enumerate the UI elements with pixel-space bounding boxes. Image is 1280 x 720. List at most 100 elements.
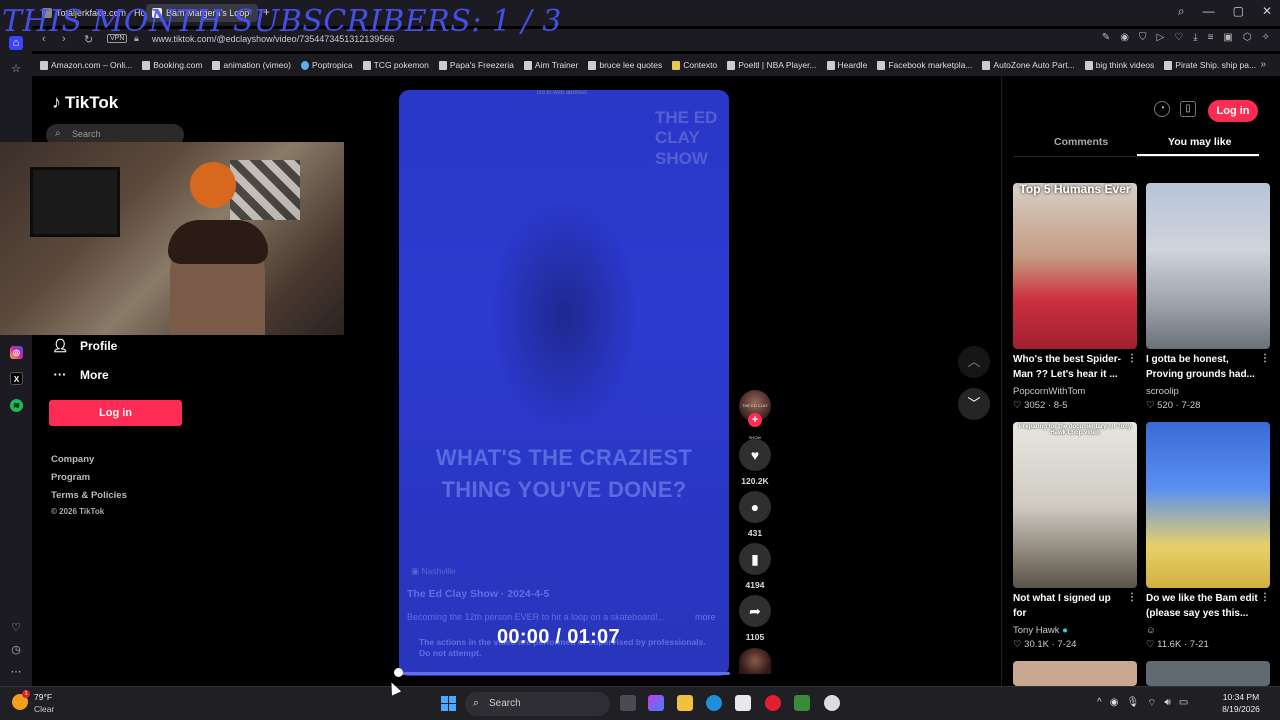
bookmark-item[interactable]: Heardle [826,60,867,70]
chevron-up-icon[interactable]: ^ [1097,697,1102,710]
card-author[interactable]: PopcornWithTom [1013,386,1085,397]
history-icon[interactable]: ◷ [9,643,23,657]
bookmark-item[interactable]: Facebook marketpla... [877,60,972,70]
video-thumbnail[interactable] [1013,661,1137,686]
footer-link-terms[interactable]: Terms & Policies [51,490,127,501]
location-tag[interactable]: ▣ Nashville [411,566,456,577]
instagram-icon[interactable]: ◎ [10,346,23,359]
opera-icon[interactable] [765,695,781,711]
header-login-button[interactable]: Log in [1208,100,1258,122]
download-icon[interactable]: ⤓ [1193,32,1197,43]
app-tray-icon[interactable]: ◉ [1110,697,1119,710]
heart-icon[interactable]: ♡ [1174,32,1183,43]
start-button[interactable] [441,696,456,711]
camera-icon[interactable]: ◉ [1120,32,1129,43]
sidebar-item-more[interactable]: ··· More [52,367,109,382]
heart-icon[interactable]: ♡ [9,621,23,635]
tiktok-logo[interactable]: ♪ TikTok [52,92,118,113]
bookmark-item[interactable]: Poptropica [300,60,353,70]
minecraft-icon[interactable] [794,695,810,711]
follow-button[interactable]: + [748,413,762,427]
comment-button[interactable]: ● [739,491,771,523]
play-icon[interactable]: ▷ [1156,32,1164,43]
card-title[interactable]: Do we like the Bam edit (please say yes … [1146,592,1258,621]
sound-avatar[interactable] [739,648,771,674]
microphone-icon[interactable]: 🎙︎ [1126,697,1139,710]
video-thumbnail[interactable]: Preparing for the documentary on Tony Ha… [1013,422,1137,588]
card-menu-icon[interactable]: ⋮ [1127,353,1137,364]
bookmark-item[interactable]: big think videos [1084,60,1154,70]
card-author[interactable]: scroolip [1146,386,1179,397]
task-view-icon[interactable] [620,695,636,711]
card-author[interactable]: Tony Hawk ● [1013,625,1068,636]
file-explorer-icon[interactable] [677,695,693,711]
sidebar-item-profile[interactable]: 👤︎ Profile [52,338,117,354]
video-thumbnail[interactable] [1146,422,1270,588]
obs-icon[interactable] [824,695,840,711]
network-icon[interactable]: ⌔ [1147,697,1156,710]
x-icon[interactable]: X [10,372,23,385]
bookmark-item[interactable]: bruce lee quotes [588,60,662,70]
video-thumbnail[interactable]: Top 5 Humans Ever [1013,183,1137,349]
store-icon[interactable] [735,695,751,711]
footer-link-company[interactable]: Company [51,454,94,465]
minimize-button[interactable]: — [1203,4,1215,19]
more-icon[interactable]: ⋯ [9,665,23,679]
compass-icon[interactable]: ◔ [1154,101,1170,117]
volume-icon[interactable]: 🔊︎ [1165,697,1171,710]
like-button[interactable]: ♥ [739,439,771,471]
cube-icon[interactable]: ⬡ [1243,32,1252,43]
next-video-button[interactable]: ﹀ [958,388,990,420]
bookmark-item[interactable]: Papa's Freezeria [438,60,514,70]
copilot-icon[interactable] [648,695,664,711]
shield-icon[interactable]: ⛉ [1139,32,1147,43]
card-menu-icon[interactable]: ⋮ [1127,592,1137,603]
share-button[interactable]: ➦ [739,595,771,627]
bookmark-item[interactable]: AutoZone Auto Part... [982,60,1075,70]
close-window-button[interactable]: ✕ [1262,4,1272,19]
battery-icon[interactable]: ▭ [1179,697,1188,710]
search-tabs-icon[interactable]: ⌕ [1178,4,1185,19]
bookmark-item[interactable]: Booking.com [142,60,202,70]
bookmark-item[interactable]: Contexto [672,60,717,70]
progress-handle[interactable] [394,668,403,677]
video-thumbnail[interactable] [1146,183,1270,349]
wallet-icon[interactable]: ▣ [1223,32,1232,43]
edit-icon[interactable]: ✎ [1102,32,1110,43]
video-player[interactable]: Go to web address THE ED CLAY SHOW WHAT'… [399,90,729,676]
ai-icon[interactable]: ✧ [1262,32,1270,43]
taskbar-search[interactable]: ⌕ Search [465,692,610,716]
maximize-button[interactable]: ▢ [1233,4,1244,19]
bookmark-item[interactable]: animation (vimeo) [212,60,291,70]
bookmark-item[interactable]: Poeltl | NBA Player... [727,60,817,70]
active-tab-indicator [1137,154,1259,156]
card-menu-icon[interactable]: ⋮ [1260,353,1270,364]
taskbar-clock[interactable]: 10:34 PM 8/19/2026 [1215,692,1267,716]
bookmark-item[interactable]: Amazon.com – Onli... [40,60,132,70]
video-progress-bar[interactable] [398,672,730,675]
bookmark-item[interactable]: Aim Trainer [523,60,578,70]
weather-temperature[interactable]: 79°F [34,692,52,702]
bookmarks-overflow-icon[interactable]: » [1260,59,1266,70]
card-title[interactable]: Not what I signed up for [1013,592,1125,621]
video-author-title[interactable]: The Ed Clay Show · 2024-4-5 [407,588,549,600]
save-button[interactable]: ▮ [739,543,771,575]
login-button[interactable]: Log in [49,400,182,426]
previous-video-button[interactable]: ︿ [958,346,990,378]
bookmark-item[interactable]: Pirate Ship. ship pa... [1164,60,1256,70]
star-icon[interactable]: ☆ [9,62,23,76]
card-title[interactable]: Who's the best Spider-Man ?? Let's hear … [1013,353,1125,382]
footer-link-program[interactable]: Program [51,472,90,483]
tab-you-may-like[interactable]: You may like [1168,136,1231,148]
bookmark-item[interactable]: TCG pokemon [362,60,429,70]
spotify-icon[interactable]: ≋ [10,399,23,412]
card-menu-icon[interactable]: ⋮ [1260,592,1270,603]
more-link[interactable]: more [695,612,716,622]
video-thumbnail[interactable] [1146,661,1270,686]
card-title[interactable]: I gotta be honest, Proving grounds had..… [1146,353,1258,382]
card-author-emoji[interactable]: ☺ [1146,625,1156,636]
phone-icon[interactable]: ▯ [1180,101,1196,117]
edge-icon[interactable] [706,695,722,711]
tab-comments[interactable]: Comments [1054,136,1108,148]
menu-icon[interactable]: ≡ [1208,32,1214,43]
